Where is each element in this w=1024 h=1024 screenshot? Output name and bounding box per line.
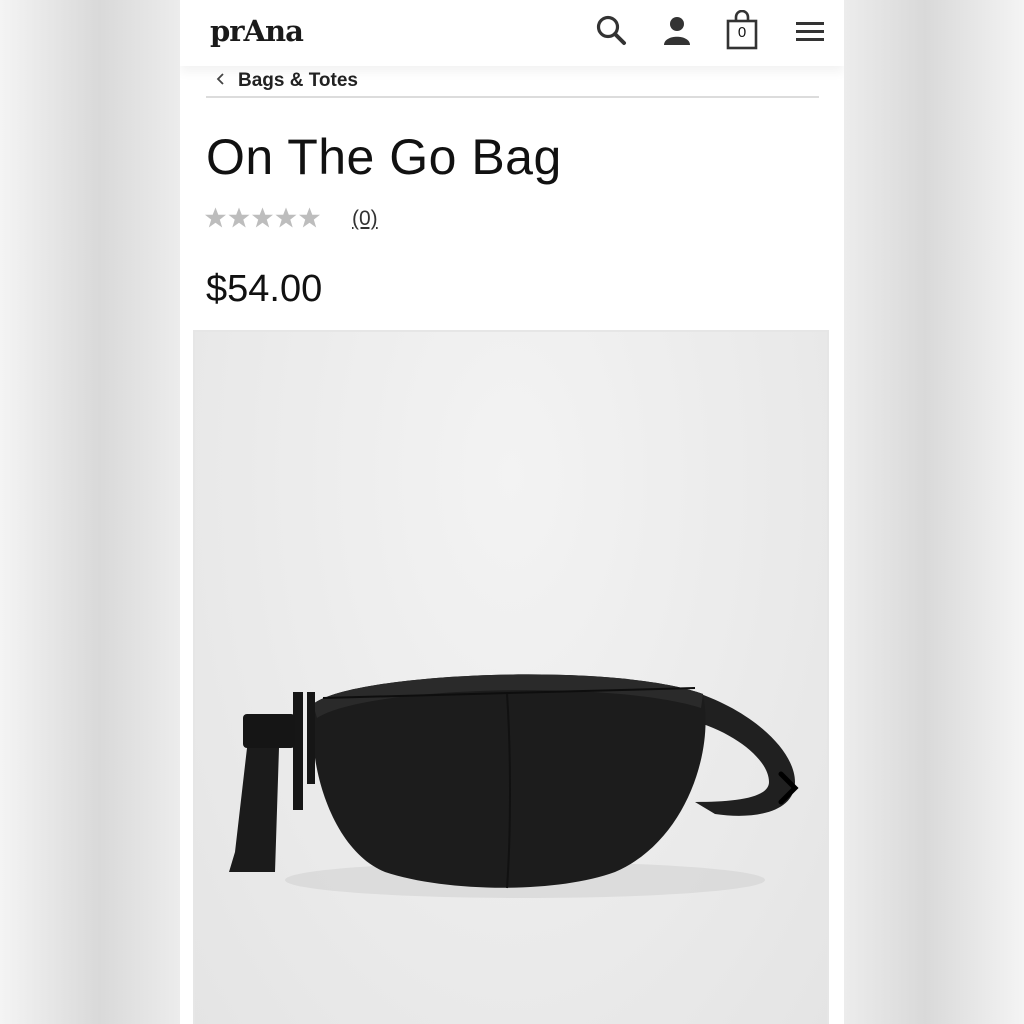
cart-button[interactable]: 0 <box>722 9 762 52</box>
product-page: prAna 0 Bags & Totes On The Go Bag (0) $… <box>180 0 844 1024</box>
star-icon <box>299 207 320 228</box>
backdrop-right <box>844 0 1024 1024</box>
product-title: On The Go Bag <box>206 129 562 185</box>
account-icon[interactable] <box>658 12 696 50</box>
star-icon <box>228 207 250 228</box>
product-image <box>229 674 795 898</box>
cart-count: 0 <box>737 24 747 41</box>
brand-logo[interactable]: prAna <box>210 14 304 48</box>
breadcrumb-label[interactable]: Bags & Totes <box>238 70 358 92</box>
chevron-left-icon <box>216 73 224 85</box>
star-icon <box>205 207 226 228</box>
hamburger-menu-icon[interactable] <box>790 12 828 50</box>
product-image-carousel[interactable] <box>193 330 829 1024</box>
star-icon <box>275 207 297 228</box>
breadcrumb[interactable]: Bags & Totes <box>206 70 819 98</box>
site-header: prAna 0 <box>180 0 844 66</box>
rating-stars[interactable] <box>204 206 322 232</box>
search-icon[interactable] <box>593 12 631 50</box>
chevron-right-icon[interactable] <box>775 768 805 808</box>
product-price: $54.00 <box>206 268 323 310</box>
backdrop-left <box>0 0 180 1024</box>
review-count-link[interactable]: (0) <box>352 207 378 231</box>
star-icon <box>252 207 273 228</box>
